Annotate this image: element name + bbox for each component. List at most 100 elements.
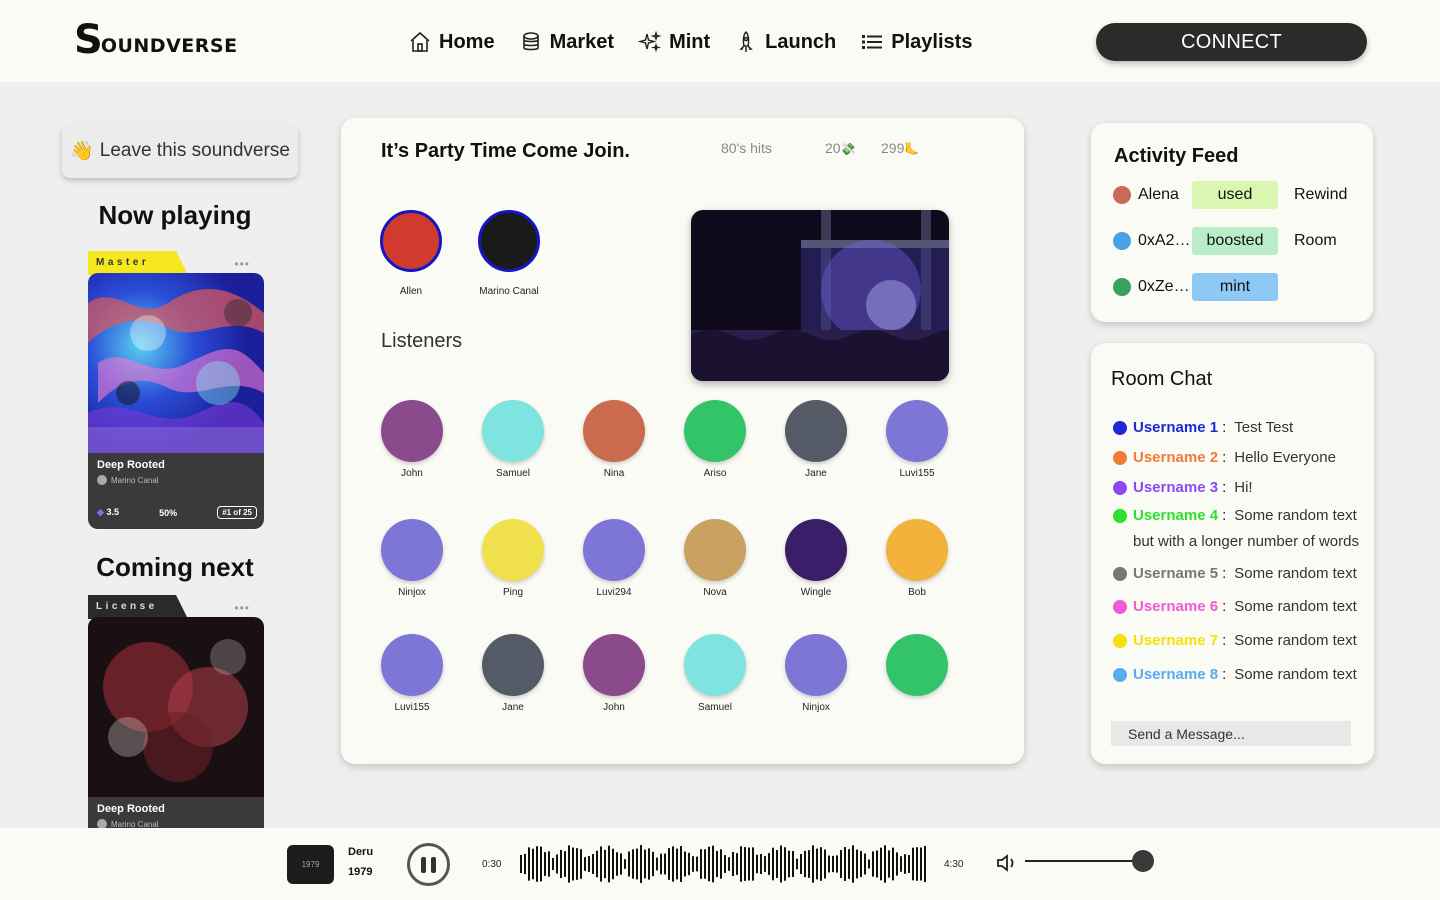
listener-item[interactable]: Ninjox [367, 519, 457, 598]
listener-item[interactable]: Ping [468, 519, 558, 598]
chat-separator: : [1222, 449, 1227, 466]
track-title: Deep Rooted [97, 459, 165, 471]
chat-username[interactable]: Username 6 [1133, 598, 1218, 615]
listener-item[interactable]: Nina [569, 400, 659, 479]
waveform-bar [876, 850, 878, 878]
waveform-bar [668, 848, 670, 880]
chat-username[interactable]: Username 5 [1133, 565, 1218, 582]
listener-item[interactable]: John [569, 634, 659, 713]
user-avatar [1113, 186, 1131, 204]
chat-message: Username 4: Some random text [1113, 507, 1357, 524]
chat-username[interactable]: Username 4 [1133, 507, 1218, 524]
waveform-bar [640, 845, 642, 883]
chat-username[interactable]: Username 8 [1133, 666, 1218, 683]
nav-market[interactable]: Market [519, 30, 614, 54]
nav-playlists[interactable]: Playlists [860, 30, 972, 54]
listener-item[interactable]: Luvi155 [367, 634, 457, 713]
waveform-bar [872, 851, 874, 877]
waveform-bar [672, 846, 674, 882]
nav-playlists-label: Playlists [891, 30, 973, 53]
activity-action-badge: used [1192, 181, 1278, 209]
soundverse-logo[interactable]: S OUNDVERSE [74, 20, 238, 60]
listener-item[interactable]: Jane [468, 634, 558, 713]
chat-username[interactable]: Username 3 [1133, 479, 1218, 496]
listener-item[interactable]: Jane [771, 400, 861, 479]
waveform-bar [588, 856, 590, 872]
player-track: 1979 [348, 866, 373, 878]
now-playing-heading: Now playing [98, 200, 252, 230]
listener-item[interactable]: Ariso [670, 400, 760, 479]
chat-username[interactable]: Username 7 [1133, 632, 1218, 649]
leave-label: Leave this soundverse [99, 140, 290, 161]
user-avatar [1113, 667, 1127, 682]
rank-badge: #1 of 25 [217, 506, 257, 519]
activity-feed-panel: Activity Feed Alena used Rewind 0xA2… booste… [1091, 123, 1373, 322]
listener-item[interactable]: Nova [670, 519, 760, 598]
tips-count: 20 [825, 140, 841, 156]
waveform-bar [796, 858, 798, 870]
activity-user[interactable]: Alena [1138, 186, 1190, 204]
activity-user[interactable]: 0xZe… [1138, 278, 1190, 296]
room-chat-panel: Room Chat Username 1: Test Test Username 2… [1091, 343, 1374, 764]
waveform-bar [788, 850, 790, 878]
nav-launch[interactable]: Launch [734, 30, 836, 54]
waveform-bar [628, 851, 630, 877]
waveform-bar [816, 848, 818, 880]
listener-item[interactable]: Ninjox [771, 634, 861, 713]
card-menu-icon[interactable]: ••• [234, 601, 250, 615]
listener-name: Ping [502, 587, 523, 598]
nav-home[interactable]: Home [408, 30, 495, 54]
eth-price: ◆ 3.5 [97, 507, 119, 518]
now-playing-card[interactable]: Master ••• Deep Rooted Marino Canal ◆ 3.… [88, 251, 264, 531]
track-artist[interactable]: Marino Canal [97, 475, 255, 485]
waveform-bar [544, 852, 546, 876]
chat-separator: : [1222, 598, 1227, 615]
artist-avatar [97, 475, 107, 485]
album-thumbnail[interactable]: 1979 [287, 845, 334, 884]
pause-button[interactable] [407, 843, 450, 886]
listener-item[interactable]: Luvi294 [569, 519, 659, 598]
audio-player: 1979 Deru 1979 0:30 4:30 [0, 828, 1440, 900]
volume-slider-knob[interactable] [1132, 850, 1154, 872]
chat-separator: : [1222, 565, 1227, 582]
chat-message: Username 7: Some random text [1113, 632, 1357, 649]
waveform-bar [824, 849, 826, 879]
chat-username[interactable]: Username 1 [1133, 419, 1218, 436]
waveform-bar [712, 845, 714, 883]
listener-item[interactable]: John [367, 400, 457, 479]
connect-wallet-button[interactable]: CONNECT [1096, 23, 1367, 61]
chat-username[interactable]: Username 2 [1133, 449, 1218, 466]
listener-item[interactable]: Wingle [771, 519, 861, 598]
listener-name: John [603, 702, 625, 713]
card-menu-icon[interactable]: ••• [234, 257, 250, 271]
volume-slider-track[interactable] [1025, 860, 1143, 862]
card-tab-license: License [88, 595, 188, 619]
leave-soundverse-button[interactable]: 👋 Leave this soundverse [62, 124, 298, 178]
host-speaker[interactable]: Marino Canal [459, 210, 559, 297]
host-speaker[interactable]: Allen [361, 210, 461, 297]
listener-name: Ninjox [398, 587, 426, 598]
chat-message-input[interactable] [1111, 721, 1351, 746]
coming-next-card[interactable]: License ••• Deep Rooted Marino Canal [88, 595, 264, 828]
track-artwork [88, 617, 264, 797]
nav-mint[interactable]: Mint [638, 30, 710, 54]
activity-user[interactable]: 0xA2… [1138, 232, 1190, 250]
listener-item[interactable]: Bob [872, 519, 962, 598]
stomp-icon: 🦶 [904, 142, 920, 156]
volume-icon[interactable] [995, 852, 1019, 874]
waveform-scrubber[interactable] [518, 836, 930, 892]
stage-image [691, 210, 949, 381]
waveform-bar [584, 857, 586, 871]
listener-item[interactable]: Luvi155 [872, 400, 962, 479]
activity-action-badge: boosted [1192, 227, 1278, 255]
listener-item[interactable] [872, 634, 962, 702]
waveform-bar [540, 846, 542, 882]
waveform-bar [568, 845, 570, 883]
listener-name: Jane [502, 702, 524, 713]
listener-item[interactable]: Samuel [468, 400, 558, 479]
waveform-bar [740, 846, 742, 882]
waveform-bar [752, 847, 754, 881]
waveform-bar [836, 855, 838, 873]
track-artist[interactable]: Marino Canal [97, 819, 255, 828]
listener-item[interactable]: Samuel [670, 634, 760, 713]
